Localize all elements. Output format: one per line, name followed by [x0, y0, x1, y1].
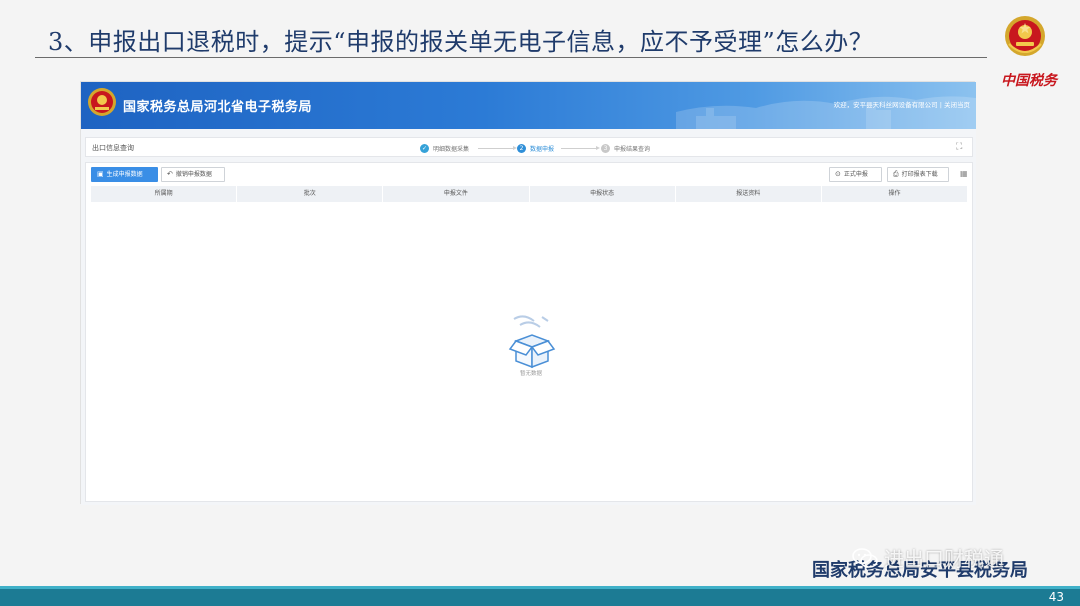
page-number: 43 [1048, 590, 1064, 604]
module-name: 出口信息查询 [92, 144, 134, 152]
slide-title: 3、申报出口退税时，提示“申报的报关单无电子信息，应不予受理”怎么办？ [48, 28, 874, 56]
app-window: 国家税务总局河北省电子税务局 欢迎，安平县天科丝网设备有限公司 | 关闭当页 出… [80, 81, 976, 505]
step-label: 明细数据采集 [433, 145, 470, 153]
column-header-status: 申报状态 [530, 186, 676, 202]
step-data-declare[interactable]: 2 数据申报 [517, 142, 554, 154]
step-label: 数据申报 [530, 145, 555, 153]
app-logo-icon [88, 88, 116, 116]
watermark-text: 进出口财税通 [884, 547, 1004, 571]
generate-icon: ▣ [97, 170, 104, 178]
fullscreen-icon[interactable]: ⛶ [956, 142, 966, 152]
undo-icon: ↶ [167, 170, 173, 178]
app-title: 国家税务总局河北省电子税务局 [123, 100, 313, 115]
brand-logo-text: 中国税务 [1001, 73, 1057, 89]
column-header-action: 操作 [888, 190, 901, 197]
table-header: 所属期 批次 申报文件 申报状态 报送资料 操作 [91, 186, 967, 202]
column-header-materials: 报送资料 [676, 186, 822, 202]
welcome-bar: 欢迎，安平县天科丝网设备有限公司 | 关闭当页 [833, 101, 970, 109]
formal-declare-button[interactable]: ⊙ 正式申报 [829, 167, 882, 182]
step-arrow [478, 146, 517, 150]
step-label: 申报结果查询 [614, 145, 651, 153]
step-result-query[interactable]: 3 申报结果查询 [601, 142, 650, 154]
empty-box-icon [508, 315, 556, 369]
app-body: 出口信息查询 ✓ 明细数据采集 2 数据申报 3 申报结果查询 ⛶ ▣ 生成申报… [81, 129, 976, 505]
tax-emblem-icon [1005, 16, 1045, 56]
step-number: 2 [517, 143, 526, 153]
submit-icon: ⊙ [835, 170, 841, 178]
revoke-declare-data-button[interactable]: ↶ 撤销申报数据 [161, 167, 225, 182]
column-settings-icon[interactable]: ▦ [960, 169, 968, 178]
generate-declare-data-button[interactable]: ▣ 生成申报数据 [91, 167, 158, 182]
step-number: 3 [601, 143, 610, 153]
app-header: 国家税务总局河北省电子税务局 欢迎，安平县天科丝网设备有限公司 | 关闭当页 [81, 82, 976, 129]
watermark: 进出口财税通 [852, 543, 1004, 572]
steps-bar: 出口信息查询 ✓ 明细数据采集 2 数据申报 3 申报结果查询 ⛶ [85, 137, 973, 157]
printer-icon: ⎙ [893, 170, 899, 178]
welcome-text: 欢迎，安平县天科丝网设备有限公司 [833, 101, 938, 109]
column-header-period: 所属期 [91, 186, 238, 202]
column-header-file: 申报文件 [383, 186, 530, 202]
step-check-icon: ✓ [420, 143, 429, 153]
step-detail-collection[interactable]: ✓ 明细数据采集 [420, 142, 469, 154]
declare-panel: ▣ 生成申报数据 ↶ 撤销申报数据 ⊙ 正式申报 ⎙ 打印报表下载 ▦ 所属期 … [85, 162, 973, 502]
column-header-batch: 批次 [237, 186, 384, 202]
footer-bar: 43 [0, 586, 1080, 606]
close-page-link[interactable]: 关闭当页 [944, 101, 970, 109]
empty-state-text: 暂无数据 [519, 371, 542, 377]
print-report-download-button[interactable]: ⎙ 打印报表下载 [887, 167, 949, 182]
step-arrow [561, 146, 600, 150]
title-divider [35, 57, 987, 58]
wechat-icon [852, 547, 878, 568]
